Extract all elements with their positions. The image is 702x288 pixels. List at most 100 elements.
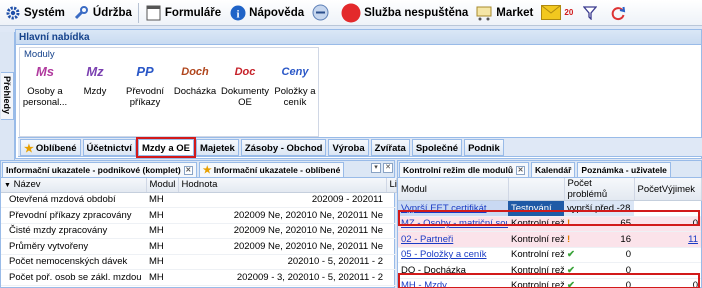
table-row[interactable]: MH - Mzdy Kontrolní režim ✔0 0 [398, 278, 701, 288]
service-status[interactable]: Služba nespuštěna [336, 1, 472, 25]
modules-group: Moduly Ms Osoby a personal... Mz Mzdy PP… [19, 47, 319, 137]
tab-info-podnikove[interactable]: Informační ukazatele - podnikové (komple… [2, 162, 197, 177]
tab-mzdy-a-oe-label: Mzdy a OE [141, 142, 190, 154]
tab-zvirata-label: Zvířata [374, 142, 406, 154]
menu-system-label: Systém [24, 6, 65, 19]
tab-ucetnictvi-label: Účetnictví [86, 142, 132, 154]
svg-text:i: i [236, 8, 239, 20]
tab-spolecne[interactable]: Společné [411, 138, 463, 156]
cart-icon [476, 4, 493, 21]
tab-info-oblibene[interactable]: ★ Informační ukazatele - oblíbené [198, 162, 345, 177]
menu-formulare[interactable]: Formuláře [141, 1, 225, 25]
filter-icon [581, 4, 598, 21]
module-osoby[interactable]: Ms Osoby a personal... [20, 62, 70, 108]
col-hodnota[interactable]: Hodnota [178, 178, 387, 193]
star-icon: ★ [202, 164, 212, 176]
col-modul[interactable]: Modul [146, 178, 179, 193]
wrench-icon [73, 4, 90, 21]
module-tabs: ★ Oblíbené Účetnictví Mzdy a OE Majetek Z… [18, 136, 702, 158]
module-polozky-icon: Ceny [281, 66, 309, 78]
menu-napoveda[interactable]: i Nápověda [225, 1, 308, 25]
module-mzdy[interactable]: Mz Mzdy [70, 62, 120, 97]
module-osoby-label: Osoby a personal... [22, 86, 68, 108]
module-mzdy-icon: Mz [86, 64, 104, 79]
module-prevodni-prikazy[interactable]: PP Převodní příkazy [120, 62, 170, 108]
table-row[interactable]: Čisté mzdy zpracovány MH 202009 Ne, 202010… [1, 223, 396, 239]
module-dochazka-label: Docházka [173, 86, 217, 97]
chevron-down-icon[interactable]: ▾ [371, 163, 381, 173]
tab-info-oblibene-label: Informační ukazatele - oblíbené [213, 165, 341, 175]
table-row[interactable]: DO - Docházka Kontrolní režim ✔0 [398, 262, 701, 279]
close-icon[interactable]: ✕ [383, 163, 393, 173]
module-prevodni-prikazy-label: Převodní příkazy [125, 86, 165, 108]
minus-button[interactable] [308, 1, 336, 25]
mail-icon [541, 4, 562, 21]
table-row[interactable]: MZ - Osoby - matriční soubor Kontrolní r… [398, 216, 701, 232]
tab-prehledy[interactable]: Přehledy [1, 72, 14, 120]
tab-zasoby-obchod-label: Zásoby - Obchod [244, 142, 323, 154]
tab-mzdy-a-oe[interactable]: Mzdy a OE [135, 136, 196, 158]
menu-system[interactable]: Systém [0, 1, 69, 25]
mail-count: 20 [564, 8, 574, 17]
table-row[interactable]: Vyprší EET certifikát Testování vyprší p… [398, 200, 701, 217]
star-icon: ★ [24, 142, 34, 155]
filter-button[interactable] [577, 1, 605, 25]
col-pocet-problemu[interactable]: Počet problémů [564, 178, 635, 201]
tab-vyroba[interactable]: Výroba [328, 138, 369, 156]
table-row[interactable]: 05 - Položky a ceník Kontrolní režim ✔0 [398, 247, 701, 263]
close-icon[interactable]: ✕ [183, 165, 193, 175]
tab-oblibene[interactable]: ★ Oblíbené [20, 138, 81, 156]
close-icon[interactable]: ✕ [516, 165, 526, 175]
col-nazev[interactable]: ▼ Název [1, 178, 147, 193]
tab-ucetnictvi[interactable]: Účetnictví [82, 138, 136, 156]
tab-oblibene-label: Oblíbené [35, 142, 77, 154]
tab-podnik[interactable]: Podnik [464, 138, 504, 156]
chevron-down-icon: ▼ [4, 182, 11, 190]
info-indicators-panel: Informační ukazatele - podnikové (komple… [0, 160, 397, 288]
form-icon [145, 4, 162, 21]
module-dokumenty[interactable]: Doc Dokumenty OE [220, 62, 270, 108]
tab-kalendar[interactable]: Kalendář [531, 162, 576, 177]
table-row[interactable]: Průměry vytvořeny MH 202009 Ne, 202010 Ne,… [1, 238, 396, 255]
col-rezim[interactable] [508, 178, 565, 201]
menu-formulare-label: Formuláře [164, 6, 222, 19]
col-modul[interactable]: Modul [398, 178, 509, 201]
tab-kontrolni-rezim[interactable]: Kontrolní režim dle modulů ✕ [399, 162, 530, 177]
menu-market[interactable]: Market [472, 1, 537, 25]
module-polozky[interactable]: Ceny Položky a ceník [270, 62, 320, 108]
tab-kalendar-label: Kalendář [535, 165, 572, 175]
table-header: Modul Počet problémů PočetVýjimek [398, 178, 702, 201]
menu-bar: Systém Údržba Formuláře i Nápověda Služb… [0, 0, 702, 26]
info-icon: i [229, 4, 246, 21]
control-mode-table: Modul Počet problémů PočetVýjimek Vyprší… [398, 178, 702, 288]
table-row[interactable]: 02 - Partneři Kontrolní režim !16 11 [398, 231, 701, 248]
col-pocet-vyjimek[interactable]: PočetVýjimek [634, 178, 702, 201]
table-row[interactable]: Počet nemocenských dávek MH 202010 - 5, 20… [1, 254, 396, 270]
info-indicators-table: ▼ Název Modul Hodnota Li Otevřená mzdová… [1, 178, 397, 286]
table-row[interactable]: Převodní příkazy zpracovány MH 202009 Ne, … [1, 207, 396, 224]
refresh-button[interactable] [605, 1, 633, 25]
modules-group-title: Moduly [24, 49, 55, 60]
service-status-label: Služba nespuštěna [364, 6, 469, 19]
tab-poznamka[interactable]: Poznámka - uživatele [577, 162, 671, 177]
control-mode-tabs: Kontrolní režim dle modulů ✕ Kalendář Poz… [398, 161, 701, 178]
module-prevodni-prikazy-icon: PP [136, 64, 154, 79]
tab-majetek[interactable]: Majetek [195, 138, 239, 156]
module-dokumenty-label: Dokumenty OE [220, 86, 270, 108]
module-dochazka[interactable]: Doch Docházka [170, 62, 220, 97]
module-mzdy-label: Mzdy [83, 86, 107, 97]
menu-divider [137, 2, 139, 23]
table-row[interactable]: Otevřená mzdová období MH 202009 - 202011 [1, 192, 396, 208]
tab-zasoby-obchod[interactable]: Zásoby - Obchod [240, 138, 327, 156]
menu-udrzba-label: Údržba [92, 6, 132, 19]
tab-kontrolni-rezim-label: Kontrolní režim dle modulů [403, 165, 514, 175]
tab-info-podnikove-label: Informační ukazatele - podnikové (komple… [6, 165, 181, 175]
tab-zvirata[interactable]: Zvířata [370, 138, 410, 156]
col-li[interactable]: Li [386, 178, 397, 193]
tab-poznamka-label: Poznámka - uživatele [581, 165, 667, 175]
menu-market-label: Market [496, 6, 534, 19]
control-mode-panel: Kontrolní režim dle modulů ✕ Kalendář Poz… [397, 160, 702, 288]
menu-udrzba[interactable]: Údržba [69, 1, 136, 25]
mail-button[interactable]: 20 [537, 1, 577, 25]
table-row[interactable]: Počet poř. osob se zákl. mzdou MH 202009 -… [1, 269, 396, 286]
